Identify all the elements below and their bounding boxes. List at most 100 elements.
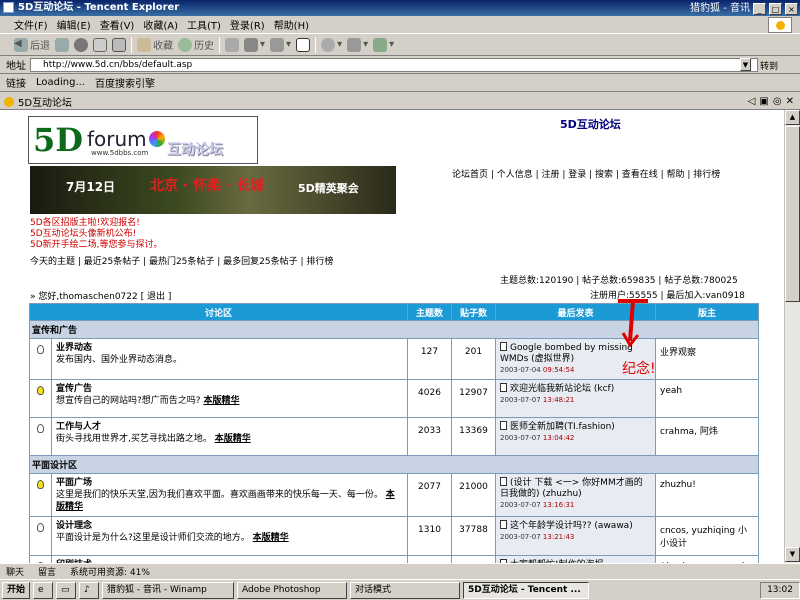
history-button[interactable]: 历史	[178, 37, 214, 52]
logo-cn: 互动论坛	[167, 142, 223, 158]
last-post-title[interactable]: 欢迎光临我新站论坛 (kcf)	[500, 383, 651, 395]
tab-prev-icon[interactable]: ◁	[748, 96, 756, 107]
site-logo[interactable]: 5D forum www.5dbbs.com 互动论坛	[28, 116, 258, 164]
forum-row[interactable]: 宣传广告 想宣传自己的网站吗?想广而告之吗? 本版精华 4026 12907 欢…	[29, 379, 759, 418]
mail-button[interactable]: ▾	[270, 37, 291, 52]
quicklaunch-desktop-icon[interactable]: ▭	[56, 581, 77, 599]
address-input[interactable]	[30, 57, 758, 72]
tab-refresh-icon[interactable]: ◎	[773, 96, 782, 107]
forum-name-cell: 宣传广告 想宣传自己的网站吗?想广而告之吗? 本版精华	[51, 379, 408, 418]
forum-moderator[interactable]: 业界观察	[655, 338, 759, 380]
search-tool-button[interactable]: ▾	[347, 37, 368, 52]
menu-edit[interactable]: 编辑(E)	[57, 17, 91, 32]
stop-button[interactable]	[74, 37, 88, 52]
last-post-date: 2003-07-07 13:04:42	[500, 433, 651, 444]
last-post-date: 2003-07-07 13:16:31	[500, 500, 651, 511]
announcement-3[interactable]: 5D新开手绘二场,等您参与探讨。	[30, 237, 163, 250]
forum-topic-count: 127	[407, 338, 452, 380]
address-dropdown-icon[interactable]: ▼	[740, 58, 751, 71]
tab-close-icon[interactable]: ✕	[786, 96, 794, 107]
forum-row[interactable]: 平面广场 这里是我们的快乐天堂,因为我们喜欢平面。喜欢画画带来的快乐每一天、每一…	[29, 473, 759, 517]
forum-title[interactable]: 工作与人才	[56, 421, 403, 433]
last-post-title[interactable]: 医师全新加聘(TI.fashion)	[500, 421, 651, 433]
close-button[interactable]: ×	[785, 3, 798, 15]
forum-row[interactable]: 印刷技术 1633 9521 大家帮帮忙!制作的海报 2003-07-07 13…	[29, 555, 759, 563]
menu-favorites[interactable]: 收藏(A)	[143, 17, 178, 32]
minimize-button[interactable]: _	[753, 3, 766, 15]
link-loading[interactable]: Loading...	[36, 77, 85, 88]
favorites-button[interactable]: 收藏	[137, 37, 173, 52]
forum-best-link[interactable]: 本版精华	[215, 434, 251, 444]
scroll-up-icon[interactable]: ▲	[785, 110, 800, 125]
tab-forum[interactable]: 5D互动论坛	[18, 94, 72, 109]
task-winamp[interactable]: 猎豹狐 - 音讯 - Winamp	[102, 581, 235, 599]
start-button[interactable]: 开始	[2, 581, 31, 599]
link-baidu[interactable]: 百度搜索引擎	[95, 75, 155, 90]
forum-topic-count: 1633	[407, 555, 452, 563]
go-button[interactable]: 转到	[760, 59, 778, 72]
forum-title[interactable]: 业界动态	[56, 342, 403, 354]
forum-desc: 发布国内、国外业界动态消息。	[56, 354, 403, 366]
menu-help[interactable]: 帮助(H)	[274, 17, 309, 32]
forum-best-link[interactable]: 本版精华	[253, 533, 289, 543]
event-banner[interactable]: 7月12日 北京 · 怀柔 · 长城 5D精英聚会	[30, 166, 396, 214]
scroll-down-icon[interactable]: ▼	[785, 547, 800, 562]
forward-button[interactable]	[55, 37, 69, 52]
forum-row[interactable]: 设计理念 平面设计是为什么?这里是设计师们交流的地方。 本版精华 1310 37…	[29, 516, 759, 556]
scroll-thumb[interactable]	[785, 126, 800, 302]
page-scrollbar[interactable]: ▲ ▼	[784, 110, 800, 563]
refresh-icon	[93, 37, 107, 52]
task-photoshop[interactable]: Adobe Photoshop	[237, 581, 348, 599]
forum-title[interactable]: 设计理念	[56, 520, 403, 532]
forum-row[interactable]: 工作与人才 街头寻找用世界才,买艺寻找出路之地。 本版精华 2033 13369…	[29, 417, 759, 456]
links-label: 链接	[6, 79, 26, 90]
top-nav[interactable]: 论坛首页 | 个人信息 | 注册 | 登录 | 搜索 | 查看在线 | 帮助 |…	[452, 167, 720, 180]
menu-file[interactable]: 文件(F)	[14, 17, 48, 32]
status-message[interactable]: 留言	[38, 565, 56, 578]
forum-moderator[interactable]: yeah	[655, 379, 759, 418]
last-post-title[interactable]: (设计 下载 <一> 你好MM才画的日我做的) (zhuzhu)	[500, 477, 651, 500]
forum-moderator[interactable]: cncos, yuzhiqing 小小设计	[655, 516, 759, 556]
menu-view[interactable]: 查看(V)	[100, 17, 135, 32]
forum-best-link[interactable]: 本版精华	[203, 396, 239, 406]
menu-tools[interactable]: 工具(T)	[187, 17, 221, 32]
menu-login[interactable]: 登录(R)	[230, 17, 265, 32]
tab-home-icon[interactable]: ▣	[759, 96, 768, 107]
forum-title[interactable]: 平面广场	[56, 477, 403, 489]
user-greeting[interactable]: » 您好,thomaschen0722 [ 退出 ]	[30, 289, 171, 302]
document-icon	[500, 383, 507, 392]
category-name[interactable]: 平面设计区	[29, 455, 759, 474]
skin-button[interactable]: ▾	[321, 37, 342, 52]
forum-title[interactable]: 宣传广告	[56, 383, 403, 395]
forum-topic-count: 1310	[407, 516, 452, 556]
forum-moderator[interactable]: crahma, 阿炜	[655, 417, 759, 456]
home-button[interactable]	[112, 37, 126, 52]
site-title: 5D互动论坛	[560, 118, 621, 131]
back-button[interactable]: ◀ 后退	[14, 37, 50, 52]
tools-button[interactable]: ▾	[244, 37, 265, 52]
forum-moderator[interactable]: Ahnchc, pepperonl	[655, 555, 759, 563]
task-browser[interactable]: 5D互动论坛 - Tencent ...	[463, 581, 590, 599]
forum-last-post: 欢迎光临我新站论坛 (kcf) 2003-07-07 13:48:21	[495, 379, 656, 418]
quicklaunch-ie-icon[interactable]: e	[33, 581, 54, 599]
web-page: 5D forum www.5dbbs.com 互动论坛 5D互动论坛 论坛首页 …	[0, 110, 784, 563]
last-post-date: 2003-07-07 13:21:43	[500, 532, 651, 543]
lightbulb-icon	[37, 480, 44, 489]
maximize-button[interactable]: □	[769, 3, 782, 15]
address-label: 地址	[6, 61, 26, 72]
skin-icon	[321, 37, 336, 52]
window-button[interactable]	[296, 37, 311, 52]
mail-icon	[270, 37, 285, 52]
plugin-button[interactable]: ▾	[373, 37, 394, 52]
home-icon	[112, 37, 126, 52]
forum-moderator[interactable]: zhuzhu!	[655, 473, 759, 517]
refresh-button[interactable]	[93, 37, 107, 52]
quicklaunch-media-icon[interactable]: ♪	[79, 581, 100, 599]
forum-status-cell	[29, 555, 52, 563]
print-button[interactable]	[225, 37, 239, 52]
forum-post-count: 9521	[451, 555, 496, 563]
task-dialog[interactable]: 对话模式	[350, 581, 461, 599]
status-chat[interactable]: 聊天	[6, 565, 24, 578]
sub-nav[interactable]: 今天的主题 | 最近25条帖子 | 最热门25条帖子 | 最多回复25条帖子 |…	[30, 254, 333, 267]
last-post-title[interactable]: 这个年龄学设计吗?? (awawa)	[500, 520, 651, 532]
